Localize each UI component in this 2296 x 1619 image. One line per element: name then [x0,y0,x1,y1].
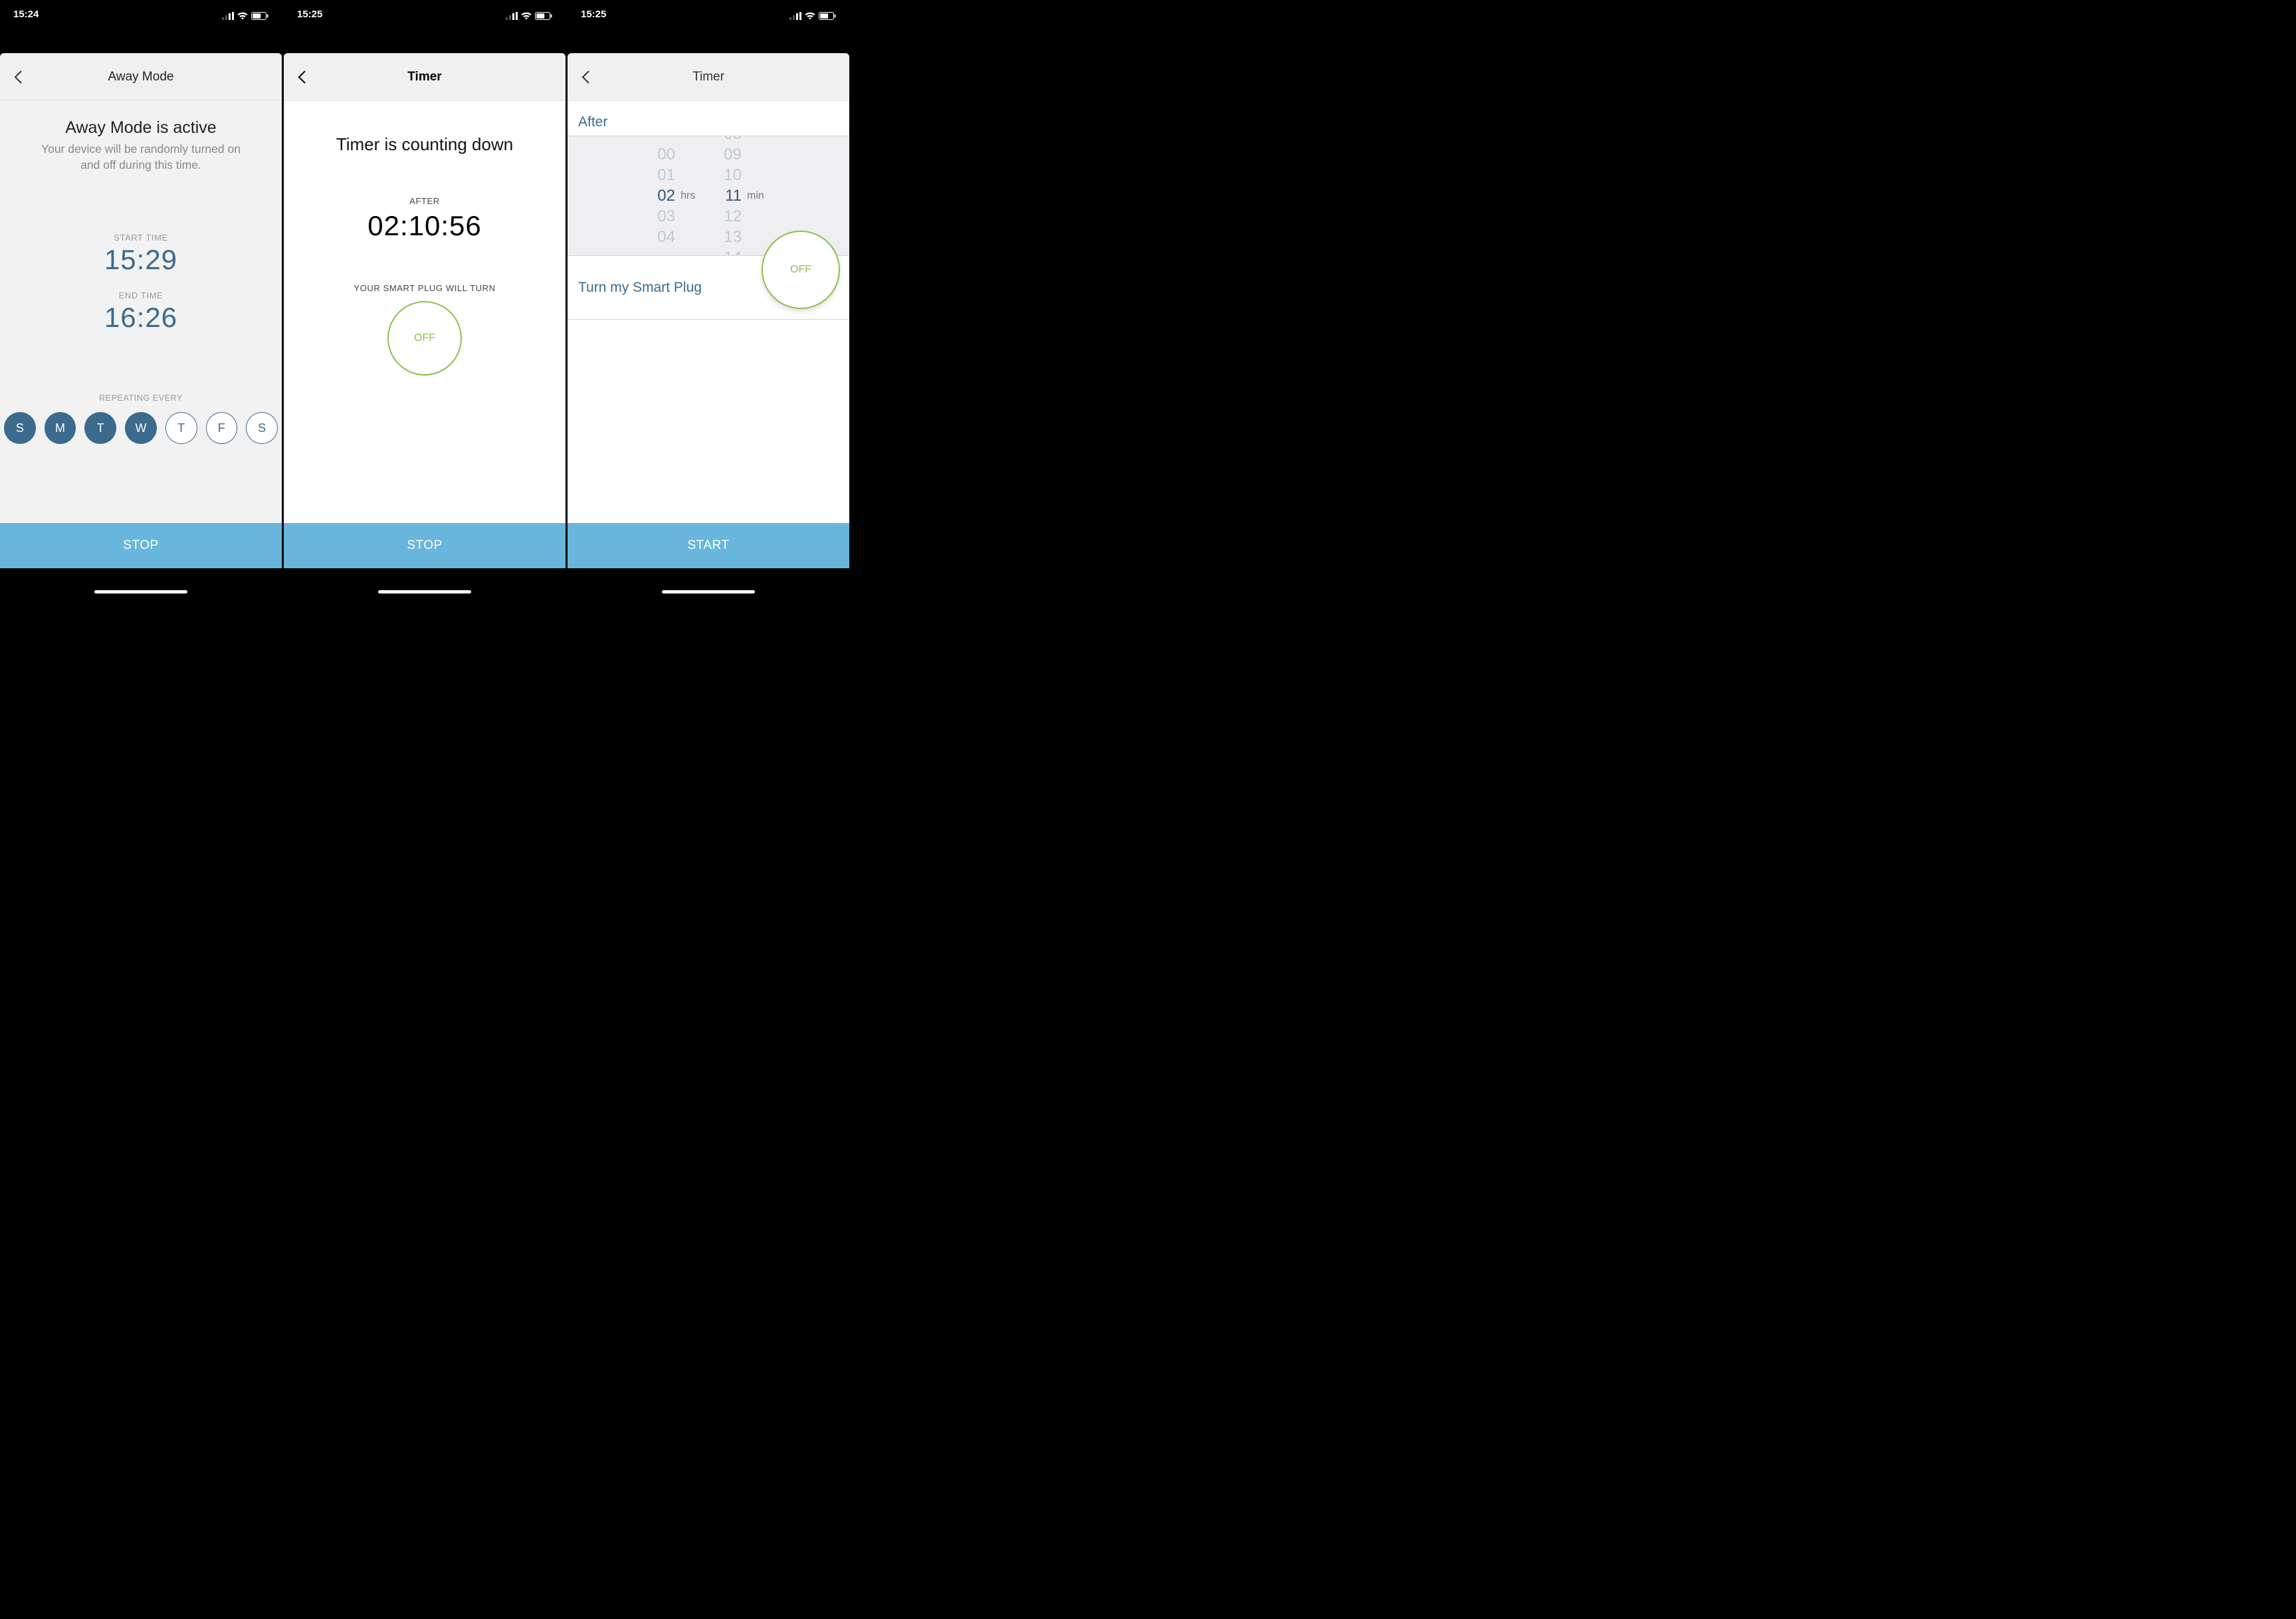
picker-value: 00 [645,144,675,165]
phone-timer-picker: 15:25 Timer After 0001020304 hrs 0809101… [568,0,849,599]
day-toggle-s[interactable]: S [246,412,278,444]
app-body: Away Mode Away Mode is active Your devic… [0,53,282,568]
off-toggle[interactable]: OFF [387,301,462,376]
home-indicator[interactable] [378,590,471,594]
bottom-bar [568,568,849,599]
back-button[interactable] [574,66,597,88]
status-time: 15:25 [581,9,606,20]
turn-plug-row: Turn my Smart Plug OFF [568,256,849,320]
hours-unit: hrs [680,190,706,202]
phone-timer-countdown: 15:25 Timer Timer is counting down AFTER… [284,0,566,599]
picker-value: 11 [711,185,742,206]
day-toggle-t[interactable]: T [84,412,116,444]
picker-value: 10 [711,165,742,185]
nav-bar: Timer [284,53,566,101]
signal-icon [506,12,518,20]
wifi-icon [520,11,532,20]
end-time-block[interactable]: END TIME 16:26 [0,290,282,334]
day-toggle-s[interactable]: S [4,412,36,444]
app-body: Timer After 0001020304 hrs 0809101112131… [568,53,849,568]
app-body: Timer Timer is counting down AFTER 02:10… [284,53,566,568]
status-bar: 15:24 [0,0,282,21]
picker-value: 09 [711,144,742,165]
status-bar: 15:25 [568,0,849,21]
status-icons [789,11,836,20]
stop-button[interactable]: STOP [284,523,566,568]
status-icons [506,11,552,20]
picker-value: 01 [645,165,675,185]
minutes-column[interactable]: 08091011121314 [711,136,742,256]
minutes-unit: min [747,190,772,202]
signal-icon [789,12,801,20]
battery-icon [819,12,836,20]
timer-title: Timer is counting down [284,134,566,155]
chevron-left-icon [581,70,590,84]
picker-value: 08 [711,136,742,144]
picker-value: 03 [645,206,675,227]
turn-plug-label: Turn my Smart Plug [578,280,702,296]
wifi-icon [237,11,249,20]
away-title: Away Mode is active [13,118,268,138]
end-time-value: 16:26 [0,302,282,334]
start-time-value: 15:29 [0,244,282,276]
back-button[interactable] [290,66,313,88]
black-gap [284,21,566,53]
status-time: 15:24 [13,9,39,20]
chevron-left-icon [297,70,306,84]
stop-button[interactable]: STOP [0,523,282,568]
bottom-bar [0,568,282,599]
away-subtitle: Your device will be randomly turned on a… [13,142,268,173]
turn-label: YOUR SMART PLUG WILL TURN [284,283,566,293]
day-toggle-w[interactable]: W [125,412,157,444]
days-row: SMTWTFS [0,412,282,444]
battery-icon [535,12,552,20]
after-header: After [568,101,849,136]
status-bar: 15:25 [284,0,566,21]
back-button[interactable] [7,66,29,88]
nav-title: Away Mode [0,70,282,84]
picker-value: 02 [645,185,675,206]
home-indicator[interactable] [662,590,755,594]
repeat-label: REPEATING EVERY [0,393,282,403]
black-gap [0,21,282,53]
status-icons [222,11,268,20]
picker-value: 12 [711,206,742,227]
nav-title: Timer [568,70,849,84]
picker-value: 04 [645,227,675,247]
off-toggle[interactable]: OFF [762,231,840,309]
day-toggle-t[interactable]: T [165,412,197,444]
wifi-icon [804,11,816,20]
nav-title: Timer [284,70,566,84]
status-time: 15:25 [297,9,322,20]
nav-bar: Timer [568,53,849,101]
start-time-block[interactable]: START TIME 15:29 [0,233,282,276]
signal-icon [222,12,234,20]
end-time-label: END TIME [0,290,282,300]
day-toggle-f[interactable]: F [206,412,238,444]
countdown-value: 02:10:56 [284,210,566,242]
start-time-label: START TIME [0,233,282,243]
day-toggle-m[interactable]: M [45,412,76,444]
chevron-left-icon [13,70,23,84]
after-label: AFTER [284,196,566,206]
picker-content: After 0001020304 hrs 08091011121314 min … [568,101,849,568]
away-content: Away Mode is active Your device will be … [0,101,282,568]
bottom-bar [284,568,566,599]
black-gap [568,21,849,53]
timer-content: Timer is counting down AFTER 02:10:56 YO… [284,101,566,568]
home-indicator[interactable] [94,590,187,594]
phone-away-mode: 15:24 Away Mode Away Mode is active Your… [0,0,282,599]
picker-value: 13 [711,227,742,247]
start-button[interactable]: START [568,523,849,568]
battery-icon [251,12,268,20]
hours-column[interactable]: 0001020304 [645,144,675,247]
nav-bar: Away Mode [0,53,282,101]
picker-value: 14 [711,247,742,256]
